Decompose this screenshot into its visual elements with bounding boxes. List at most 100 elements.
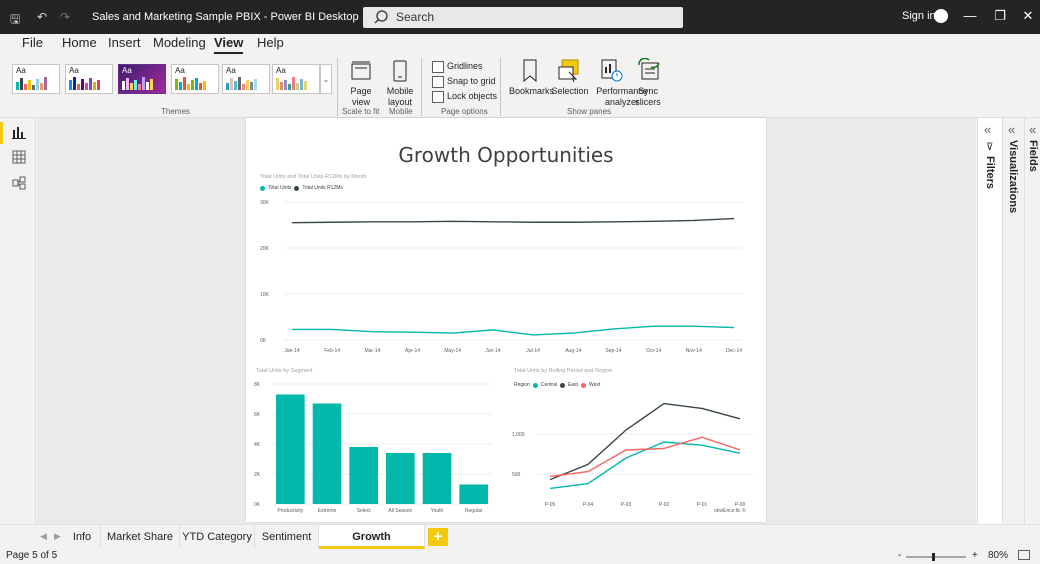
tab-growth-opportunities[interactable]: Growth Opportunities [319,525,425,564]
sync-slicers-button[interactable]: Sync slicers [633,86,663,108]
filter-funnel-icon: ⊽ [986,142,994,153]
lock-objects-label: Lock objects [447,91,498,101]
x-tick-label: P-05 [545,502,556,508]
report-view-icon[interactable] [12,125,26,139]
tab-info[interactable]: Info [64,525,101,549]
fit-to-page-icon[interactable] [1018,550,1030,560]
line-chart-units-by-month[interactable]: 0K 10K 20K 30K Jan-14 Feb-14 Mar-14 Apr-14 May-1… [246,194,766,354]
theme-swatch-3[interactable]: Aa [118,64,166,94]
window-title: Sales and Marketing Sample PBIX - Power … [92,11,359,23]
filters-collapse-icon[interactable]: « [984,122,991,137]
close-button[interactable]: ✕ [1018,8,1038,24]
tab-prev-icon[interactable]: ◀ [40,531,47,542]
legend-label-east[interactable]: East [568,382,578,388]
themes-dropdown-button[interactable]: ⌄ [320,64,332,94]
theme-swatch-5[interactable]: Aa [222,64,270,94]
y-tick-label: 4K [254,442,261,448]
report-page[interactable]: Growth Opportunities Total Units and Tot… [246,118,766,522]
add-page-button[interactable]: + [428,528,448,546]
fields-pane-label[interactable]: Fields [1027,140,1039,172]
legend-dot-total-units-r12ms [294,185,300,191]
x-tick-label: May-14 [444,348,461,354]
redo-icon[interactable]: ↷ [60,10,70,24]
bar-chart-units-by-segment[interactable]: 0K 2K 4K 6K 8K Productivity Extreme Select All S… [246,376,502,518]
visualizations-collapse-icon[interactable]: « [1008,122,1015,137]
bar-select [349,447,378,504]
legend-label-total-units[interactable]: Total Units [268,185,291,191]
page-view-button[interactable]: Page view [343,86,379,108]
legend-label-central[interactable]: Central [541,382,557,388]
legend-label-west[interactable]: West [589,382,600,388]
show-panes-group-label: Show panes [567,107,612,116]
undo-icon[interactable]: ↶ [37,10,47,24]
model-view-icon[interactable] [12,176,26,190]
sign-in-link[interactable]: Sign in [902,10,936,22]
legend-region: Region Central East West [514,382,600,388]
mobile-layout-icon[interactable] [392,60,408,82]
avatar-icon[interactable] [934,9,948,23]
y-tick-label: 20K [260,246,270,252]
mobile-layout-button[interactable]: Mobile layout [382,86,418,108]
tab-next-icon[interactable]: ▶ [54,531,61,542]
x-tick-label: Select [357,508,372,514]
x-tick-label: All Season [388,508,412,514]
filters-pane-label[interactable]: Filters [984,156,996,189]
menu-modeling[interactable]: Modeling [153,35,206,50]
scale-group-label: Scale to fit [342,107,380,116]
theme-swatch-6[interactable]: Aa [272,64,320,94]
bar-extreme [312,403,342,504]
menu-view[interactable]: View [214,35,244,54]
bookmark-icon[interactable] [521,59,539,83]
minimize-button[interactable]: — [960,8,980,23]
bar-youth [422,453,452,504]
ribbon: Aa Aa Aa Aa Aa Aa ⌄ Themes Page view Mob… [0,56,1040,118]
x-tick-label: P-02 [659,502,670,508]
filters-pane[interactable]: « ⊽ Filters [977,118,1002,524]
theme-swatch-2[interactable]: Aa [65,64,113,94]
performance-analyzer-icon[interactable] [601,59,623,83]
fields-collapse-icon[interactable]: « [1029,122,1036,137]
save-icon[interactable]: 🖫 [10,10,20,31]
fields-pane[interactable]: « Fields [1024,118,1040,524]
menu-insert[interactable]: Insert [108,35,141,50]
zoom-out-button[interactable]: - [898,550,901,561]
restore-button[interactable]: ❐ [990,8,1010,24]
y-tick-label: 2K [254,472,261,478]
bookmarks-button[interactable]: Bookmarks [509,86,554,97]
menu-home[interactable]: Home [62,35,97,50]
line-chart-units-by-region[interactable]: 5001,000P-05 P-04 P-03 P-02 P-01 P-00 [508,390,766,512]
menu-file[interactable]: File [22,35,43,50]
menu-help[interactable]: Help [257,35,284,50]
zoom-level: 80% [988,550,1009,561]
legend-label-total-units-r12ms[interactable]: Total Units R12Ms [302,185,343,191]
report-title: Growth Opportunities [398,143,614,167]
y-tick-label: 500 [512,472,521,478]
series-line-total-units [292,325,735,336]
theme-swatch-4[interactable]: Aa [171,64,219,94]
selection-icon[interactable] [557,59,581,83]
chart-title-units-by-region: Total Units by Rolling Period and Region [514,368,613,374]
y-tick-label: 6K [254,412,261,418]
data-view-icon[interactable] [12,150,26,164]
tab-sentiment[interactable]: Sentiment [255,525,319,549]
x-tick-label: P-04 [583,502,594,508]
snap-to-grid-checkbox[interactable] [432,76,444,88]
tab-ytd-category[interactable]: YTD Category [180,525,255,549]
selection-button[interactable]: Selection [550,86,590,97]
y-tick-label: 10K [260,292,270,298]
visualizations-pane[interactable]: « Visualizations [1002,118,1024,524]
theme-swatch-1[interactable]: Aa [12,64,60,94]
visualizations-pane-label[interactable]: Visualizations [1007,140,1019,213]
page-view-icon[interactable] [350,60,372,82]
search-box[interactable]: Search [363,7,683,28]
legend-dot-central [532,382,538,388]
zoom-in-button[interactable]: + [972,550,978,561]
gridlines-checkbox[interactable] [432,61,444,73]
bar-regular [459,484,488,504]
legend-dot-total-units [260,185,265,191]
bar-all-season [386,453,415,504]
tab-market-share[interactable]: Market Share [101,525,180,549]
lock-objects-checkbox[interactable] [432,91,444,103]
zoom-slider[interactable] [906,553,966,561]
sync-slicers-icon[interactable] [637,58,661,82]
